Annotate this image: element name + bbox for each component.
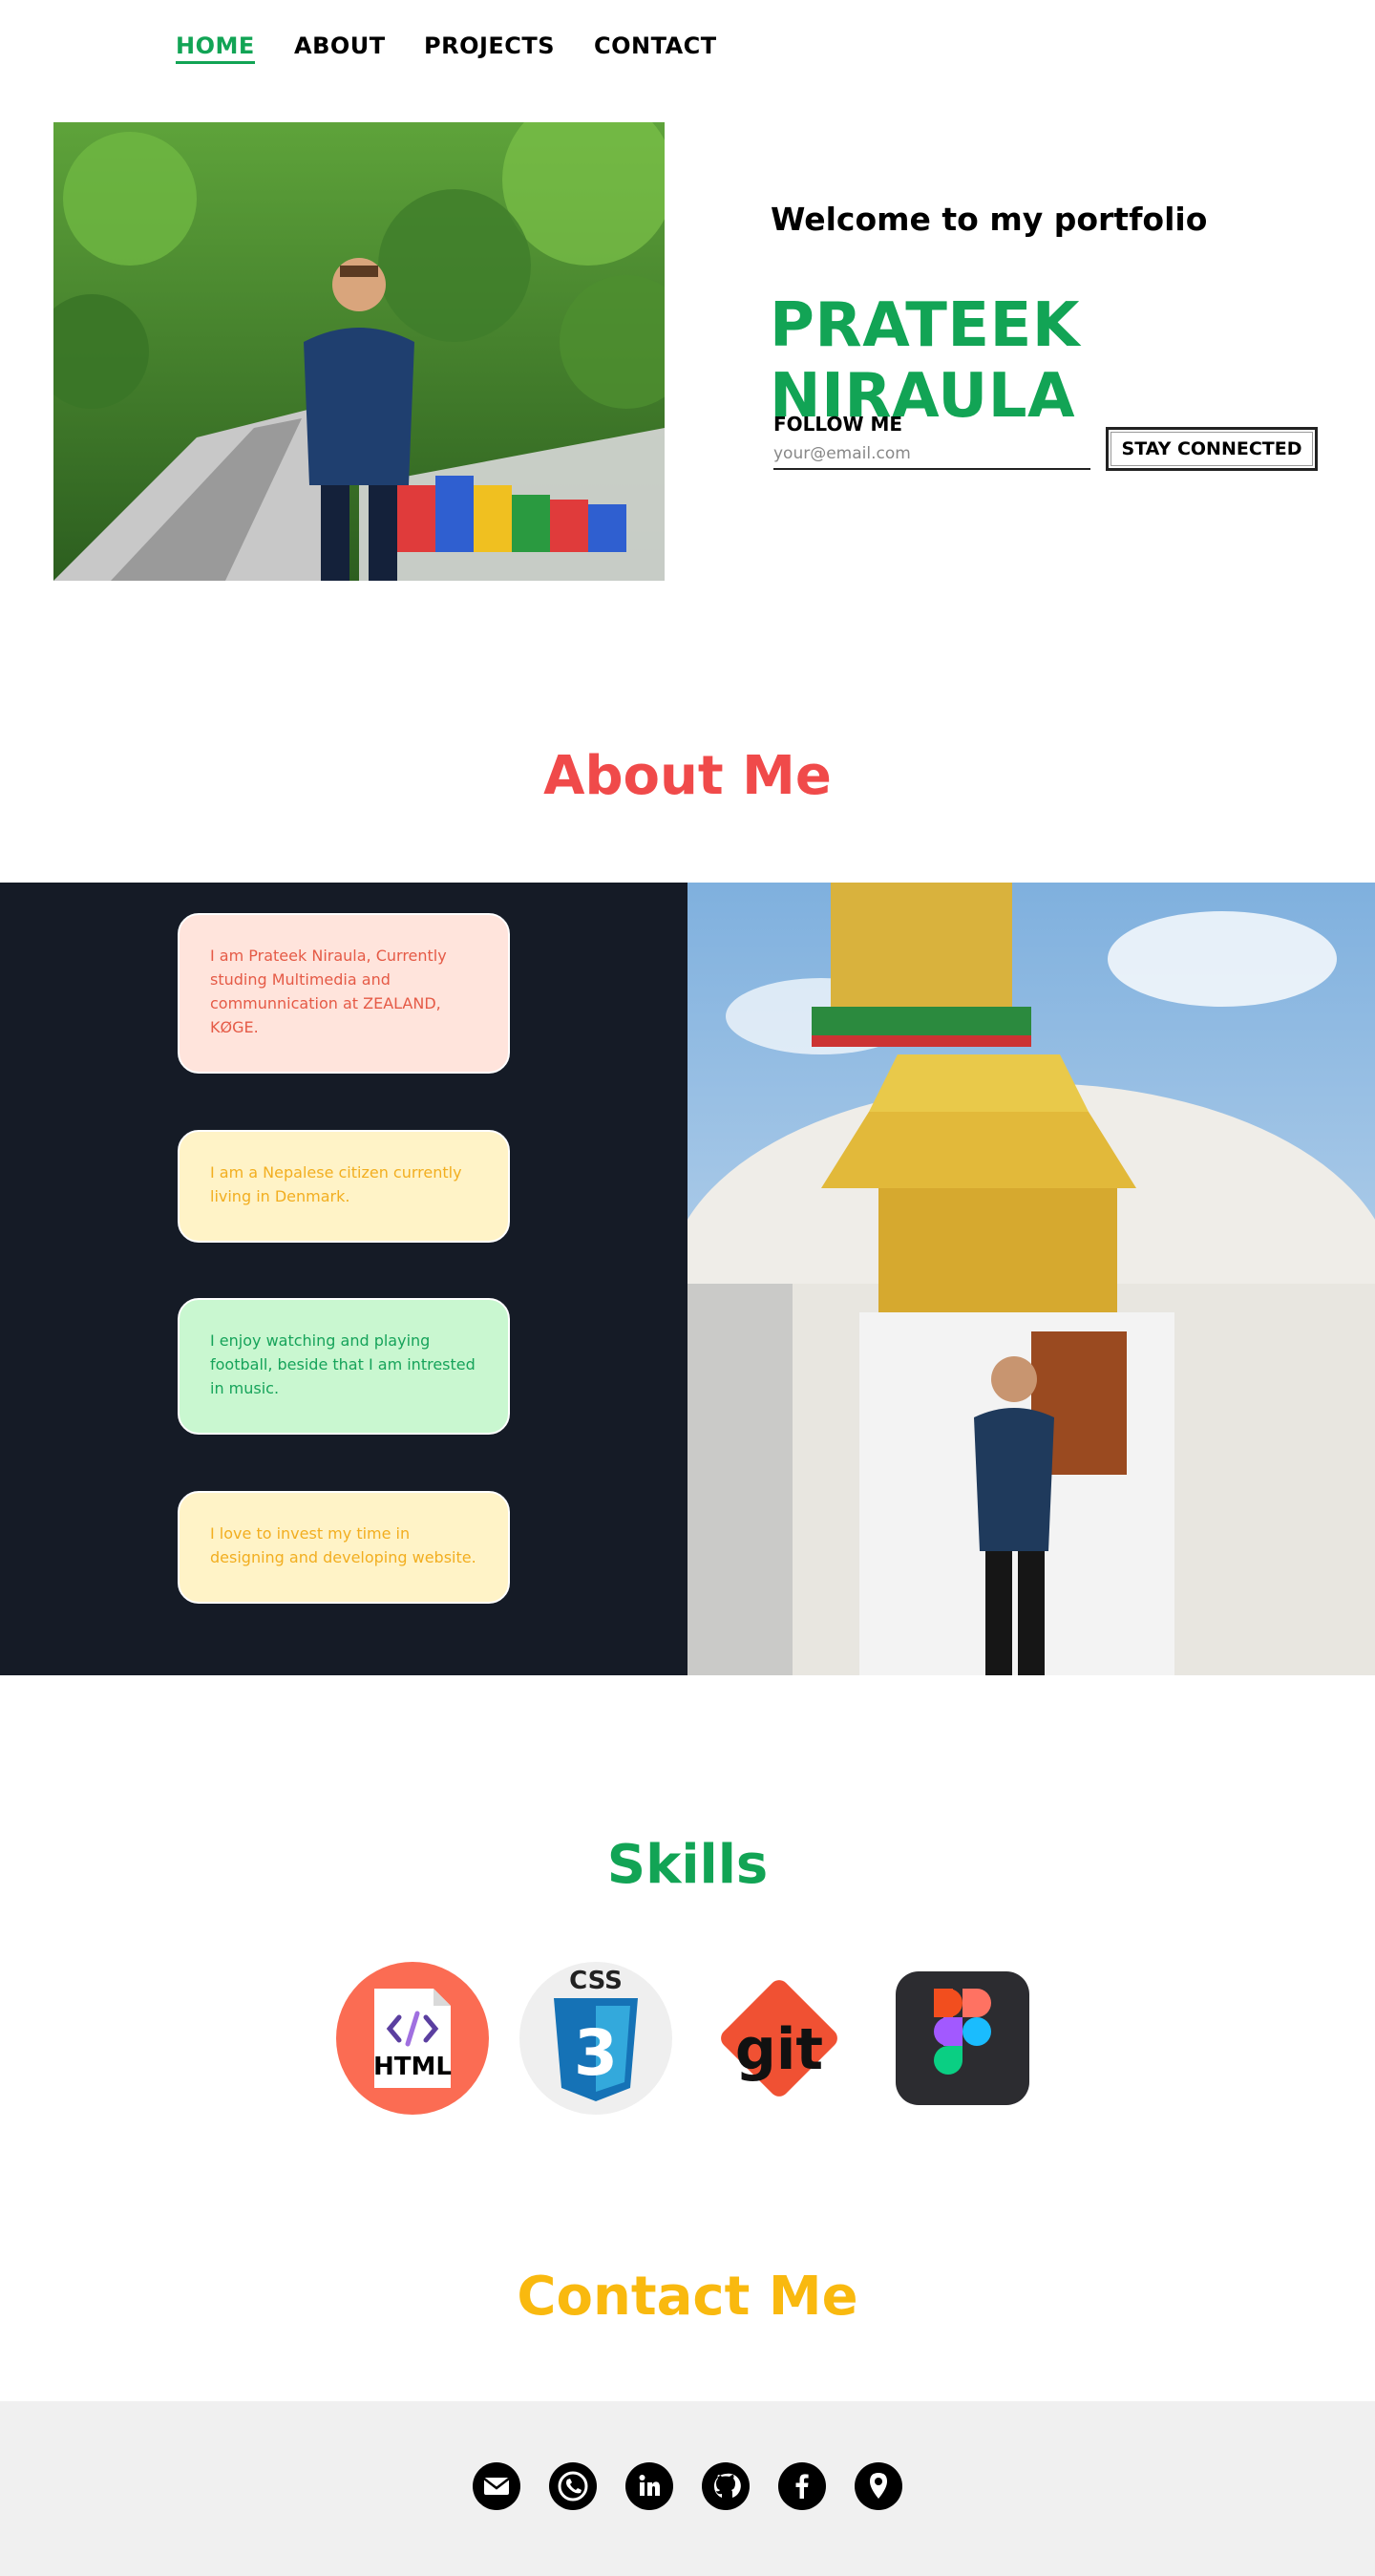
follow-label: FOLLOW ME <box>773 413 903 436</box>
location-icon[interactable] <box>855 2462 902 2510</box>
phone-icon[interactable] <box>549 2462 597 2510</box>
html-icon: HTML <box>336 1962 489 2115</box>
about-card: I love to invest my time in designing an… <box>178 1491 510 1604</box>
top-nav: HOME ABOUT PROJECTS CONTACT <box>0 0 1375 96</box>
github-icon[interactable] <box>702 2462 750 2510</box>
nav-link-home[interactable]: HOME <box>176 32 255 64</box>
facebook-icon[interactable] <box>778 2462 826 2510</box>
about-card: I am a Nepalese citizen currently living… <box>178 1130 510 1243</box>
html-label: HTML <box>373 2053 452 2081</box>
email-input[interactable] <box>773 439 1090 470</box>
stay-connected-button[interactable]: STAY CONNECTED <box>1106 427 1318 471</box>
css-icon: CSS 3 <box>519 1962 672 2115</box>
about-card: I am Prateek Niraula, Currently studing … <box>178 913 510 1074</box>
contact-heading: Contact Me <box>517 2266 858 2328</box>
svg-text:3: 3 <box>574 2016 618 2090</box>
nav-link-about[interactable]: ABOUT <box>294 32 386 59</box>
hero-photo <box>53 122 665 581</box>
linkedin-icon[interactable] <box>625 2462 673 2510</box>
about-heading: About Me <box>543 745 832 807</box>
skills-heading: Skills <box>606 1834 769 1896</box>
about-photo <box>688 883 1375 1675</box>
footer <box>0 2401 1375 2576</box>
nav-link-projects[interactable]: PROJECTS <box>424 32 555 59</box>
welcome-heading: Welcome to my portfolio <box>771 201 1208 238</box>
nav-link-contact[interactable]: CONTACT <box>594 32 717 59</box>
git-icon: git <box>703 1962 856 2115</box>
css-label: CSS <box>569 1967 623 1995</box>
figma-icon <box>886 1962 1039 2115</box>
hero-name: PRATEEK NIRAULA <box>770 290 1080 432</box>
about-card: I enjoy watching and playing football, b… <box>178 1298 510 1435</box>
git-label: git <box>735 2016 823 2083</box>
email-icon[interactable] <box>473 2462 520 2510</box>
